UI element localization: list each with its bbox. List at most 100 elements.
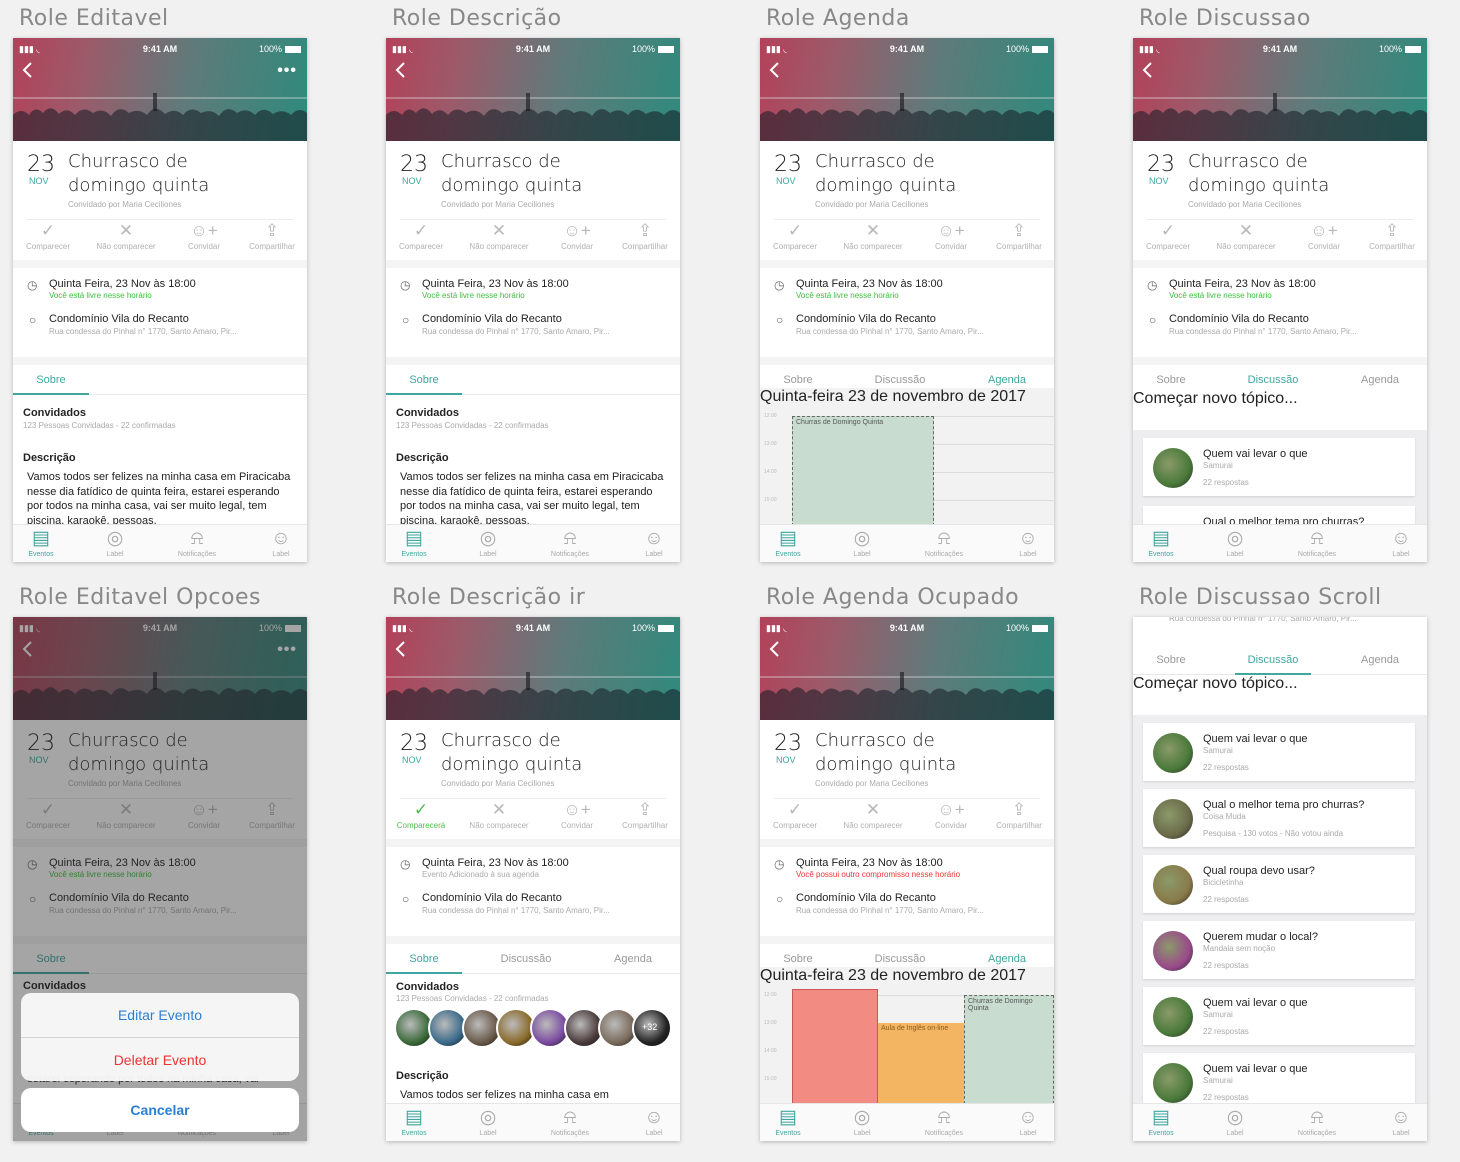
topic-card[interactable]: Quem vai levar o que Samurai 22 respostas (1143, 438, 1415, 496)
share-button[interactable]: ⇪ Compartilhar (610, 799, 680, 830)
more-options-icon[interactable]: ••• (277, 62, 297, 80)
tabbar-events[interactable]: ▤ Eventos (13, 527, 71, 558)
topic-card[interactable]: Qual o melhor tema pro churras? Coisa Mud… (1143, 789, 1415, 847)
invite-button[interactable]: ☺+ Convidar (916, 799, 986, 830)
tab-about[interactable]: Sobre (386, 944, 462, 974)
invite-button[interactable]: ☺+ Convidar (916, 220, 986, 251)
tab-about[interactable]: Sobre (1133, 645, 1209, 675)
topic-card[interactable]: Quem vai levar o que Samurai 22 respostas (1143, 987, 1415, 1045)
tab-agenda[interactable]: Agenda (586, 944, 680, 974)
tabbar-profile[interactable]: ☺ Label (1371, 1106, 1427, 1137)
tab-discussion[interactable]: Discussão (488, 944, 564, 974)
share-button-label: Compartilhar (622, 242, 668, 251)
invite-button[interactable]: ☺+ Convidar (542, 799, 612, 830)
event-month: NOV (29, 176, 49, 186)
tabbar-events[interactable]: ▤ Eventos (1133, 1106, 1191, 1137)
tabbar-profile[interactable]: ☺ Label (1371, 527, 1427, 558)
attend-button[interactable]: ✓ Comparecer (13, 220, 83, 251)
tabbar-explore[interactable]: ◎ Label (1205, 1106, 1265, 1137)
tabbar-explore[interactable]: ◎ Label (458, 1106, 518, 1137)
tabbar-events[interactable]: ▤ Eventos (1133, 527, 1191, 558)
topic-title: Quem vai levar o que (1203, 1063, 1308, 1075)
not-attend-button[interactable]: ✕ Não comparecer (838, 799, 908, 830)
status-bar: ▮▮▮ ◟ 9:41 AM 100% (760, 44, 1054, 56)
tabbar-explore[interactable]: ◎ Label (1205, 527, 1265, 558)
not-attend-button[interactable]: ✕ Não comparecer (91, 220, 161, 251)
agenda-event-block[interactable]: Churras de Domingo Quinta (964, 995, 1054, 1109)
tabbar-explore[interactable]: ◎ Label (85, 527, 145, 558)
agenda-event-label: Churras de Domingo Quinta (796, 419, 884, 426)
topic-card[interactable]: Querem mudar o local? Mandala sem noção 22… (1143, 921, 1415, 979)
tabbar-notifications[interactable]: ⍾ Notificações (1287, 527, 1347, 558)
attend-button[interactable]: ✓ Comparecer (1133, 220, 1203, 251)
tabbar-notifications[interactable]: ⍾ Notificações (540, 527, 600, 558)
english-class-block[interactable]: Aula de Inglês on-line (878, 1023, 964, 1109)
tabbar-explore[interactable]: ◎ Label (458, 527, 518, 558)
not-attend-button[interactable]: ✕ Não comparecer (838, 220, 908, 251)
agenda-event-block[interactable]: Churras de Domingo Quinta (792, 416, 934, 526)
guest-avatars[interactable]: +32 (394, 1008, 674, 1050)
share-button[interactable]: ⇪ Compartilhar (237, 220, 307, 251)
profile-icon: ☺ (1391, 528, 1411, 549)
attend-button[interactable]: ✓ Comparecer (760, 220, 830, 251)
tabbar-profile[interactable]: ☺ Label (998, 527, 1054, 558)
new-topic-input[interactable]: Começar novo tópico... (1133, 675, 1427, 715)
tabbar-events[interactable]: ▤ Eventos (760, 1106, 818, 1137)
tab-discussion[interactable]: Discussão (1235, 645, 1311, 675)
battery-icon (658, 46, 674, 54)
attend-button[interactable]: ✓ Comparecer (386, 220, 456, 251)
event-datetime: Quinta Feira, 23 Nov às 18:00 (796, 278, 943, 290)
tabbar-profile[interactable]: ☺ Label (251, 527, 307, 558)
share-button[interactable]: ⇪ Compartilhar (610, 220, 680, 251)
back-icon[interactable] (394, 641, 406, 657)
tabbar-notifications-label: Notificações (550, 1130, 590, 1137)
back-icon[interactable] (1141, 62, 1153, 78)
tabbar-profile[interactable]: ☺ Label (624, 1106, 680, 1137)
bottom-tab-bar: ▤ Eventos ◎ Label ⍾ Notificações ☺ Label (386, 524, 680, 562)
back-icon[interactable] (21, 62, 33, 78)
topic-card[interactable]: Quem vai levar o que Samurai 22 respostas (1143, 723, 1415, 781)
not-attend-button[interactable]: ✕ Não comparecer (1211, 220, 1281, 251)
profile-icon: ☺ (1018, 528, 1038, 549)
not-attend-button[interactable]: ✕ Não comparecer (464, 220, 534, 251)
tabbar-notifications[interactable]: ⍾ Notificações (914, 527, 974, 558)
tabbar-profile[interactable]: ☺ Label (998, 1106, 1054, 1137)
tabbar-explore[interactable]: ◎ Label (832, 527, 892, 558)
back-icon[interactable] (768, 62, 780, 78)
tabbar-events[interactable]: ▤ Eventos (760, 527, 818, 558)
status-bar: ▮▮▮ ◟ 9:41 AM 100% (13, 44, 307, 56)
tabbar-notifications[interactable]: ⍾ Notificações (540, 1106, 600, 1137)
events-icon: ▤ (1152, 1107, 1170, 1128)
share-button[interactable]: ⇪ Compartilhar (984, 799, 1054, 830)
new-topic-input[interactable]: Começar novo tópico... (1133, 390, 1427, 430)
screen-role-editavel-opcoes: ▮▮▮ ◟ 9:41 AM 100% ••• 23 NOV Churrasco de domi… (13, 617, 307, 1141)
tabbar-notifications[interactable]: ⍾ Notificações (1287, 1106, 1347, 1137)
share-button[interactable]: ⇪ Compartilhar (1357, 220, 1427, 251)
tab-about[interactable]: Sobre (13, 365, 89, 395)
location-pin-icon: ○ (29, 313, 37, 327)
topic-meta: 22 respostas (1203, 478, 1249, 487)
attend-button[interactable]: ✓ Comparecer (760, 799, 830, 830)
hour-label: 13:00 (764, 1020, 777, 1026)
tabbar-notifications[interactable]: ⍾ Notificações (914, 1106, 974, 1137)
topic-card[interactable]: Qual roupa devo usar? Bicicletinha 22 resp… (1143, 855, 1415, 913)
invite-button[interactable]: ☺+ Convidar (169, 220, 239, 251)
not-attend-button[interactable]: ✕ Não comparecer (464, 799, 534, 830)
invite-button[interactable]: ☺+ Convidar (542, 220, 612, 251)
invite-button[interactable]: ☺+ Convidar (1289, 220, 1359, 251)
delete-event-button[interactable]: Deletar Evento (21, 1037, 299, 1081)
tabbar-events[interactable]: ▤ Eventos (386, 527, 444, 558)
tab-agenda[interactable]: Agenda (1333, 645, 1427, 675)
back-icon[interactable] (768, 641, 780, 657)
edit-event-button[interactable]: Editar Evento (21, 993, 299, 1037)
back-icon[interactable] (394, 62, 406, 78)
tabbar-notifications[interactable]: ⍾ Notificações (167, 527, 227, 558)
share-button[interactable]: ⇪ Compartilhar (984, 220, 1054, 251)
tabbar-profile[interactable]: ☺ Label (624, 527, 680, 558)
tab-about[interactable]: Sobre (386, 365, 462, 395)
cancel-button[interactable]: Cancelar (21, 1088, 299, 1132)
busy-event-block[interactable] (792, 989, 878, 1109)
attend-button[interactable]: ✓ Comparecerá (386, 799, 456, 830)
tabbar-events[interactable]: ▤ Eventos (386, 1106, 444, 1137)
tabbar-explore[interactable]: ◎ Label (832, 1106, 892, 1137)
